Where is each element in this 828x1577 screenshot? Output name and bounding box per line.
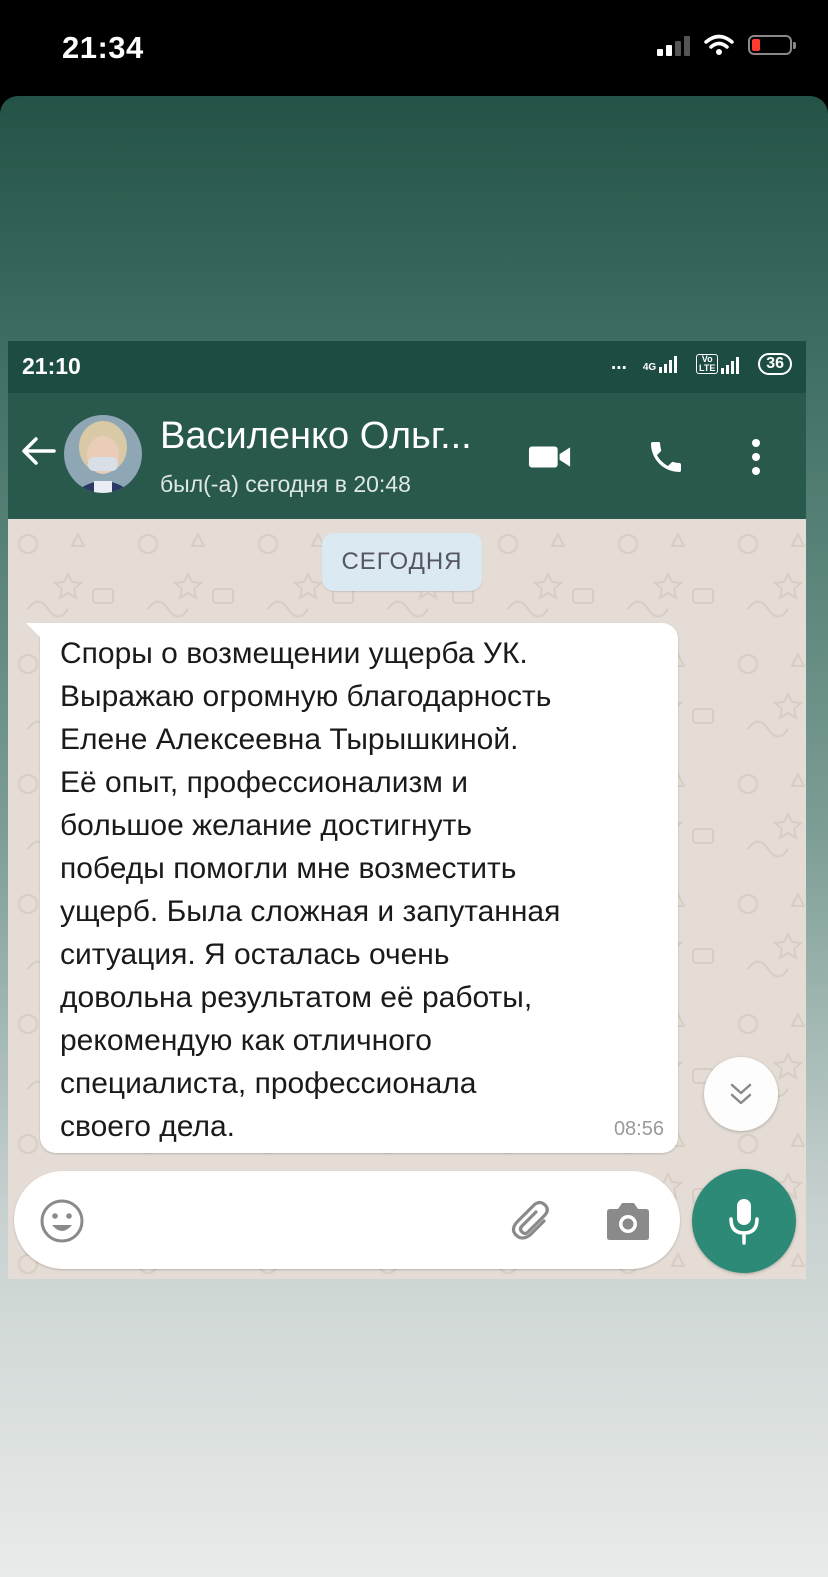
scroll-to-bottom-button[interactable] bbox=[704, 1057, 778, 1131]
battery-icon bbox=[748, 35, 796, 55]
message-line: своего дела. bbox=[60, 1110, 235, 1143]
message-line: ситуация. Я осталась очень bbox=[60, 938, 450, 971]
contact-name[interactable]: Василенко Ольг... bbox=[160, 415, 472, 458]
more-options-icon bbox=[752, 439, 760, 475]
ios-status-icons bbox=[657, 34, 796, 56]
network-4g-icon: 4G bbox=[643, 355, 680, 373]
phone-icon bbox=[651, 442, 681, 472]
message-line: специалиста, профессионала bbox=[60, 1067, 477, 1100]
emoji-icon[interactable] bbox=[36, 1195, 88, 1247]
message-input-bar[interactable] bbox=[14, 1171, 680, 1269]
message-line: победы помогли мне возместить bbox=[60, 852, 517, 885]
more-options-button[interactable] bbox=[734, 435, 778, 479]
notification-dots-icon: ... bbox=[611, 353, 627, 374]
video-call-button[interactable] bbox=[528, 435, 572, 479]
android-battery-icon: 36 bbox=[758, 353, 792, 375]
message-line: Её опыт, профессионализм и bbox=[60, 766, 469, 799]
camera-icon[interactable] bbox=[604, 1199, 652, 1243]
chat-header: Василенко Ольг... был(-а) сегодня в 20:4… bbox=[8, 393, 806, 519]
back-arrow-icon[interactable] bbox=[14, 427, 62, 475]
android-status-bar: 21:10 ... 4G Vo LTE 36 bbox=[8, 341, 806, 393]
wifi-icon bbox=[704, 34, 734, 55]
android-clock: 21:10 bbox=[22, 353, 81, 379]
mic-icon bbox=[729, 1199, 759, 1245]
message-line: большое желание достигнуть bbox=[60, 809, 472, 842]
attach-icon[interactable] bbox=[506, 1195, 558, 1247]
message-line: Елене Алексеевна Тырышкиной. bbox=[60, 723, 519, 756]
voice-call-button[interactable] bbox=[644, 435, 688, 479]
cellular-signal-icon bbox=[657, 34, 690, 56]
message-line: Выражаю огромную благодарность bbox=[60, 680, 552, 713]
ios-status-bar: 21:34 bbox=[0, 0, 828, 96]
message-bubble[interactable]: Споры о возмещении ущерба УК. Выражаю ог… bbox=[26, 623, 678, 1153]
bubble-tail bbox=[26, 623, 42, 639]
volte-signal-icon: Vo LTE bbox=[696, 354, 742, 374]
photo-viewer-sheet: 21:10 ... 4G Vo LTE 36 Василенко Ольг...… bbox=[0, 96, 828, 1577]
message-timestamp: 08:56 bbox=[613, 1118, 664, 1140]
android-status-icons: ... 4G Vo LTE 36 bbox=[611, 353, 792, 375]
message-line: Споры о возмещении ущерба УК. bbox=[60, 637, 528, 670]
chevron-down-icon bbox=[730, 1083, 752, 1105]
message-line: довольна результатом её работы, bbox=[60, 981, 533, 1014]
message-line: рекомендую как отличного bbox=[60, 1024, 432, 1057]
last-seen-status: был(-а) сегодня в 20:48 bbox=[160, 471, 411, 497]
whatsapp-screenshot: 21:10 ... 4G Vo LTE 36 Василенко Ольг...… bbox=[8, 341, 806, 1279]
ios-clock: 21:34 bbox=[62, 30, 144, 65]
video-call-icon bbox=[528, 446, 571, 468]
voice-message-button[interactable] bbox=[692, 1169, 796, 1273]
chat-area[interactable]: СЕГОДНЯ Споры о возмещении ущерба УК. Вы… bbox=[8, 519, 806, 1279]
message-line: ущерб. Была сложная и запутанная bbox=[60, 895, 561, 928]
contact-avatar[interactable] bbox=[64, 415, 142, 493]
date-divider: СЕГОДНЯ bbox=[322, 533, 482, 591]
